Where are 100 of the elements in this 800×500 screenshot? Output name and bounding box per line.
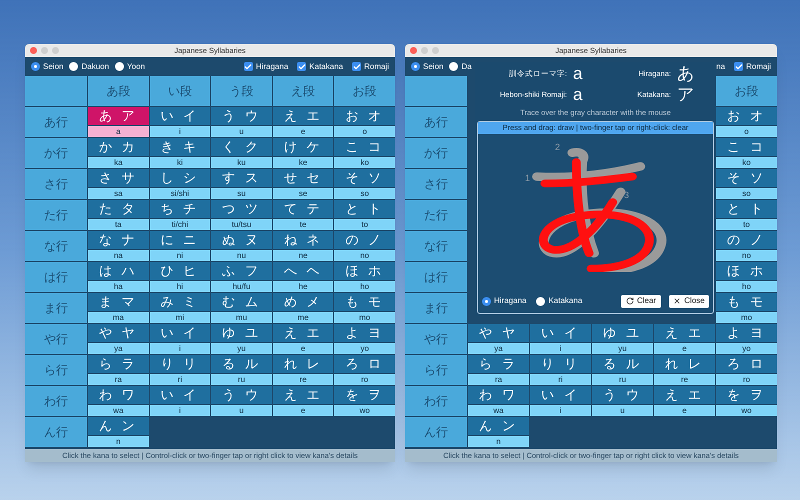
kana-cell[interactable]: つ ツ [211, 200, 272, 218]
column-header: い段 [150, 76, 210, 106]
kana-cell[interactable]: ま マ [88, 293, 149, 311]
kana-cell[interactable]: え エ [654, 386, 715, 404]
radio-button[interactable] [69, 62, 78, 71]
kana-cell[interactable]: え エ [272, 386, 334, 404]
radio-button[interactable] [411, 62, 420, 71]
radio-button[interactable] [536, 296, 546, 306]
radio-button[interactable] [115, 62, 124, 71]
kana-cell[interactable]: も モ [716, 293, 777, 311]
kana-cell[interactable]: を ヲ [716, 386, 777, 404]
checkbox[interactable] [352, 62, 362, 71]
kana-cell[interactable]: と ト [334, 200, 395, 218]
kana-cell[interactable]: さ サ [88, 169, 149, 187]
kana-cell[interactable]: ろ ロ [334, 355, 395, 373]
romaji-cell: ku [211, 157, 272, 168]
kana-cell[interactable]: え エ [272, 324, 334, 342]
kana-cell[interactable]: こ コ [716, 138, 777, 156]
kana-cell[interactable]: は ハ [88, 262, 149, 280]
kana-cell[interactable]: お オ [716, 107, 777, 125]
romaji-cell: su [211, 188, 272, 199]
kana-cell[interactable]: ぬ ヌ [211, 231, 272, 249]
kana-cell[interactable]: う ウ [211, 107, 272, 125]
kana-cell[interactable]: い イ [530, 386, 591, 404]
kana-cell[interactable]: も モ [334, 293, 395, 311]
kana-cell[interactable]: れ レ [654, 355, 715, 373]
radio-button[interactable] [482, 296, 491, 306]
kana-cell[interactable]: く ク [211, 138, 272, 156]
kana-cell[interactable]: い イ [150, 324, 210, 342]
checkbox[interactable] [297, 62, 306, 71]
kana-cell[interactable]: め メ [272, 293, 334, 311]
kana-cell[interactable]: や ヤ [88, 324, 149, 342]
kana-cell[interactable]: し シ [150, 169, 210, 187]
kana-cell[interactable]: る ル [211, 355, 272, 373]
romaji-cell: mo [716, 312, 777, 323]
kana-cell[interactable]: い イ [150, 107, 210, 125]
radio-button[interactable] [449, 62, 458, 71]
kana-cell[interactable]: と ト [716, 200, 777, 218]
kana-cell[interactable]: に ニ [150, 231, 210, 249]
kana-cell[interactable]: す ス [211, 169, 272, 187]
kana-cell[interactable]: き キ [150, 138, 210, 156]
kana-cell[interactable]: な ナ [88, 231, 149, 249]
kana-cell[interactable]: ふ フ [211, 262, 272, 280]
kana-cell[interactable]: よ ヨ [334, 324, 395, 342]
kana-cell[interactable]: た タ [88, 200, 149, 218]
close-button[interactable]: Close [669, 294, 709, 308]
radio-button[interactable] [31, 62, 40, 71]
kana-cell[interactable]: ゆ ユ [211, 324, 272, 342]
kana-cell[interactable]: う ウ [211, 386, 272, 404]
close-window-icon[interactable] [410, 47, 417, 54]
kana-cell[interactable]: ら ラ [468, 355, 529, 373]
kana-cell[interactable]: こ コ [334, 138, 395, 156]
kana-cell[interactable]: い イ [150, 386, 210, 404]
kana-cell[interactable]: り リ [150, 355, 210, 373]
clear-button[interactable]: Clear [621, 294, 661, 308]
kana-cell[interactable]: る ル [592, 355, 653, 373]
kana-cell[interactable]: よ ヨ [716, 324, 777, 342]
kana-cell[interactable]: え エ [654, 324, 715, 342]
close-window-icon[interactable] [30, 47, 37, 54]
kana-cell[interactable]: ほ ホ [716, 262, 777, 280]
kana-cell[interactable]: わ ワ [88, 386, 149, 404]
close-icon [673, 297, 682, 305]
kana-cell[interactable]: り リ [530, 355, 591, 373]
kana-cell[interactable]: の ノ [716, 231, 777, 249]
kana-cell[interactable]: ち チ [150, 200, 210, 218]
kana-cell[interactable]: み ミ [150, 293, 210, 311]
kana-cell[interactable]: お オ [334, 107, 395, 125]
kana-cell[interactable]: か カ [88, 138, 149, 156]
romaji-cell: yu [592, 343, 653, 354]
kana-cell[interactable]: い イ [530, 324, 591, 342]
kana-cell[interactable]: や ヤ [468, 324, 529, 342]
romaji-cell: ru [592, 374, 653, 385]
romaji-cell: ri [150, 374, 210, 385]
checkbox[interactable] [734, 62, 744, 71]
kana-cell[interactable]: ほ ホ [334, 262, 395, 280]
kana-cell[interactable]: ゆ ユ [592, 324, 653, 342]
row-header: ま行 [405, 293, 467, 323]
kana-cell[interactable]: ん ン [88, 417, 149, 435]
kana-cell[interactable]: せ セ [272, 169, 334, 187]
kana-cell[interactable]: む ム [211, 293, 272, 311]
kana-cell[interactable]: ん ン [468, 417, 529, 435]
romaji-cell: e [654, 343, 715, 354]
kana-cell[interactable]: れ レ [272, 355, 334, 373]
kana-cell[interactable]: ね ネ [272, 231, 334, 249]
kana-cell[interactable]: わ ワ [468, 386, 529, 404]
kana-cell[interactable]: ひ ヒ [150, 262, 210, 280]
kana-cell[interactable]: へ ヘ [272, 262, 334, 280]
kana-cell[interactable]: そ ソ [334, 169, 395, 187]
kana-cell[interactable]: の ノ [334, 231, 395, 249]
radio-label: Hiragana [494, 295, 526, 307]
kana-cell[interactable]: て テ [272, 200, 334, 218]
kana-cell[interactable]: え エ [272, 107, 334, 125]
checkbox[interactable] [244, 62, 253, 71]
kana-cell[interactable]: ろ ロ [716, 355, 777, 373]
kana-cell[interactable]: う ウ [592, 386, 653, 404]
kana-cell[interactable]: を ヲ [334, 386, 395, 404]
kana-cell[interactable]: あ ア [88, 107, 149, 125]
kana-cell[interactable]: け ケ [272, 138, 334, 156]
kana-cell[interactable]: そ ソ [716, 169, 777, 187]
kana-cell[interactable]: ら ラ [88, 355, 149, 373]
